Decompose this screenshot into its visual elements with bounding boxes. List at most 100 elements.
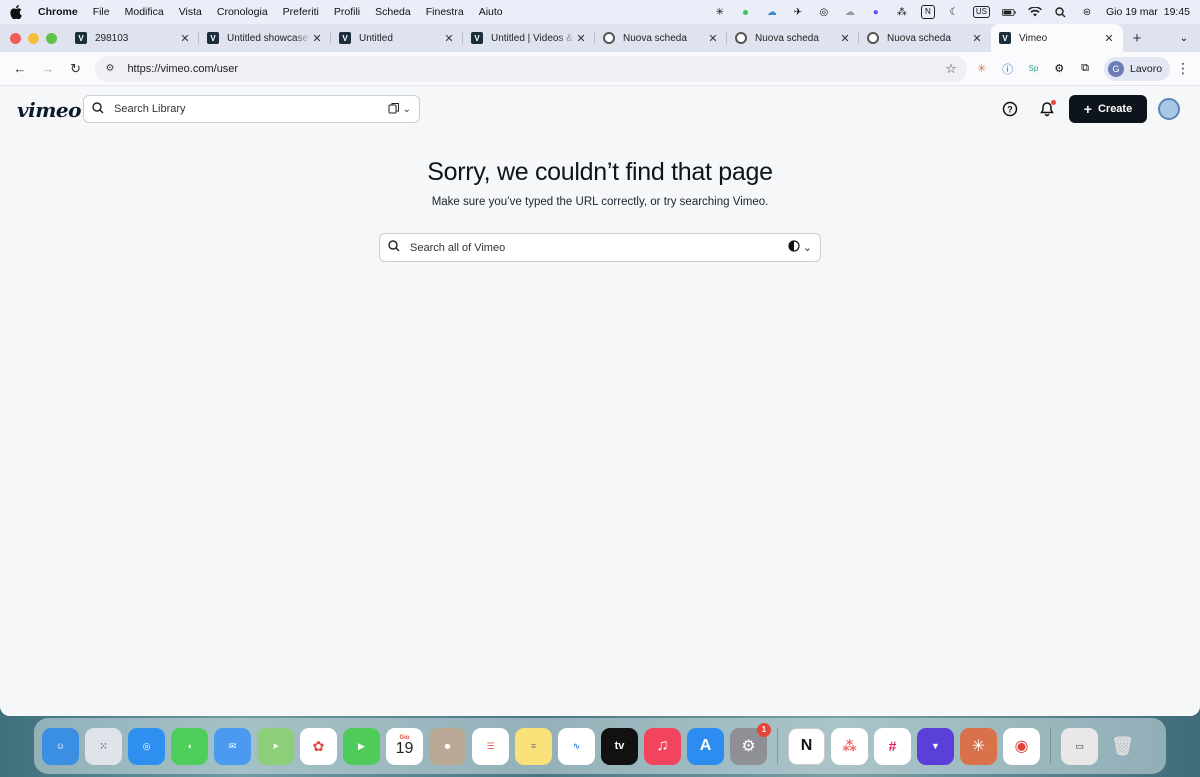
airplane-status-icon[interactable]: ✈: [791, 5, 805, 19]
mail-icon[interactable]: ✉: [214, 727, 251, 765]
global-search-input[interactable]: Search all of Vimeo ⌄: [379, 233, 821, 262]
battery-icon[interactable]: [1001, 5, 1016, 19]
proton-status-icon[interactable]: ●: [869, 5, 883, 19]
control-center-icon[interactable]: ⊜: [1080, 5, 1094, 19]
contacts-icon[interactable]: ☻: [429, 727, 466, 765]
notes-icon[interactable]: ≡: [515, 727, 552, 765]
puzzle-extensions-icon[interactable]: ⧉: [1074, 58, 1096, 80]
error-title: Sorry, we couldn’t find that page: [427, 158, 773, 186]
browser-tab-active[interactable]: V Vimeo ✕: [991, 24, 1123, 52]
browser-tab[interactable]: Nuova scheda ✕: [727, 24, 859, 52]
browser-tab[interactable]: Nuova scheda ✕: [595, 24, 727, 52]
reminders-icon[interactable]: ☰: [472, 727, 509, 765]
menu-app-name[interactable]: Chrome: [38, 6, 78, 18]
close-tab-icon[interactable]: ✕: [575, 32, 587, 45]
minimize-window-button[interactable]: [28, 32, 39, 44]
close-tab-icon[interactable]: ✕: [971, 32, 983, 45]
close-tab-icon[interactable]: ✕: [311, 32, 323, 45]
profile-button[interactable]: G Lavoro: [1104, 56, 1171, 81]
address-url[interactable]: https://vimeo.com/user: [127, 63, 945, 75]
slack-icon[interactable]: #: [874, 727, 911, 765]
vpn-status-icon[interactable]: ◎: [817, 5, 831, 19]
library-search-input[interactable]: Search Library ⌄: [83, 95, 420, 123]
library-scope-dropdown[interactable]: ⌄: [388, 102, 411, 117]
close-tab-icon[interactable]: ✕: [179, 32, 191, 45]
close-tab-icon[interactable]: ✕: [839, 32, 851, 45]
menu-modifica[interactable]: Modifica: [125, 6, 164, 18]
close-tab-icon[interactable]: ✕: [707, 32, 719, 45]
trash-icon[interactable]: 🗑: [1104, 728, 1141, 765]
claude-extension-icon[interactable]: ✳: [971, 58, 993, 80]
calendar-icon[interactable]: Gio 19: [386, 727, 423, 765]
gear-extension-icon[interactable]: ⚙: [1048, 58, 1070, 80]
messages-icon[interactable]: ◖: [171, 727, 208, 765]
onepassword-extension-icon[interactable]: ⓘ: [997, 58, 1019, 80]
help-icon[interactable]: ?: [999, 98, 1021, 120]
safari-icon[interactable]: ◎: [128, 727, 165, 765]
icloud-status-icon[interactable]: ☁: [843, 5, 857, 19]
music-icon[interactable]: ♫: [644, 727, 681, 765]
menu-profili[interactable]: Profili: [334, 6, 360, 18]
tab-search-chevron-icon[interactable]: ⌄: [1176, 30, 1192, 46]
apple-tv-icon[interactable]: tv: [601, 727, 638, 765]
browser-menu-icon[interactable]: ⋮: [1174, 60, 1192, 77]
forward-arrow-icon[interactable]: →: [36, 57, 60, 81]
notion-icon[interactable]: N: [788, 727, 825, 765]
user-avatar[interactable]: [1158, 98, 1180, 120]
browser-tab[interactable]: V 298103 ✕: [67, 24, 199, 52]
green-dot-status-icon[interactable]: [739, 5, 753, 19]
tab-label: Vimeo: [1019, 32, 1048, 44]
wifi-icon[interactable]: [1027, 5, 1042, 19]
menu-file[interactable]: File: [93, 6, 110, 18]
fullscreen-window-button[interactable]: [46, 32, 57, 44]
claude-icon[interactable]: ✳: [960, 727, 997, 765]
menu-cronologia[interactable]: Cronologia: [217, 6, 268, 18]
photos-icon[interactable]: ✿: [300, 727, 337, 765]
browser-tab[interactable]: V Untitled ✕: [331, 24, 463, 52]
facetime-icon[interactable]: ▶: [343, 727, 380, 765]
menu-scheda[interactable]: Scheda: [375, 6, 411, 18]
notifications-bell-icon[interactable]: [1036, 98, 1058, 120]
launchpad-icon[interactable]: ⁙: [85, 727, 122, 765]
notion-status-icon[interactable]: N: [920, 5, 935, 19]
asana-icon[interactable]: ⁂: [831, 727, 868, 765]
vimeo-logo[interactable]: vimeo: [17, 98, 81, 122]
address-bar[interactable]: ⚙ https://vimeo.com/user ☆: [95, 55, 967, 82]
close-window-button[interactable]: [10, 32, 21, 44]
back-arrow-icon[interactable]: ←: [8, 57, 32, 81]
moon-status-icon[interactable]: ☾: [947, 5, 961, 19]
asana-status-icon[interactable]: ⁂: [895, 5, 909, 19]
menu-aiuto[interactable]: Aiuto: [479, 6, 503, 18]
finder-icon[interactable]: ☺: [42, 727, 79, 765]
freeform-icon[interactable]: ∿: [558, 727, 595, 765]
menu-vista[interactable]: Vista: [179, 6, 202, 18]
input-source-indicator[interactable]: US: [972, 6, 990, 18]
sparkle-status-icon[interactable]: ✳: [713, 5, 727, 19]
cloud-sync-status-icon[interactable]: ☁: [765, 5, 779, 19]
site-info-icon[interactable]: ⚙: [105, 63, 119, 74]
browser-tab[interactable]: Nuova scheda ✕: [859, 24, 991, 52]
search-scope-dropdown[interactable]: ⌄: [788, 240, 812, 255]
close-tab-icon[interactable]: ✕: [443, 32, 455, 45]
browser-tab[interactable]: V Untitled | Videos & M ✕: [463, 24, 595, 52]
spotlight-search-icon[interactable]: [1054, 5, 1068, 19]
close-tab-icon[interactable]: ✕: [1103, 32, 1115, 45]
apple-menu-icon[interactable]: [10, 5, 24, 19]
browser-tab[interactable]: V Untitled showcase on ✕: [199, 24, 331, 52]
bookmark-star-icon[interactable]: ☆: [945, 61, 957, 77]
create-button[interactable]: + Create: [1069, 95, 1147, 123]
reload-icon[interactable]: ↻: [64, 57, 88, 81]
menu-finestra[interactable]: Finestra: [426, 6, 464, 18]
system-settings-icon[interactable]: ⚙ 1: [730, 722, 771, 765]
proton-vpn-icon[interactable]: ▼: [917, 727, 954, 765]
vimeo-page: vimeo Search Library ⌄ ? + Create Sorry,…: [0, 86, 1200, 716]
menu-preferiti[interactable]: Preferiti: [283, 6, 319, 18]
chrome-icon[interactable]: ◉: [1003, 727, 1040, 765]
library-search-placeholder: Search Library: [114, 103, 186, 115]
new-tab-button[interactable]: +: [1123, 24, 1151, 52]
menubar-clock[interactable]: Gio 19 mar 19:45: [1106, 6, 1190, 18]
app-store-icon[interactable]: A: [687, 727, 724, 765]
downloads-stack-icon[interactable]: ▭: [1061, 727, 1098, 765]
grammar-extension-icon[interactable]: Sp: [1023, 58, 1045, 80]
maps-icon[interactable]: ➤: [257, 727, 294, 765]
